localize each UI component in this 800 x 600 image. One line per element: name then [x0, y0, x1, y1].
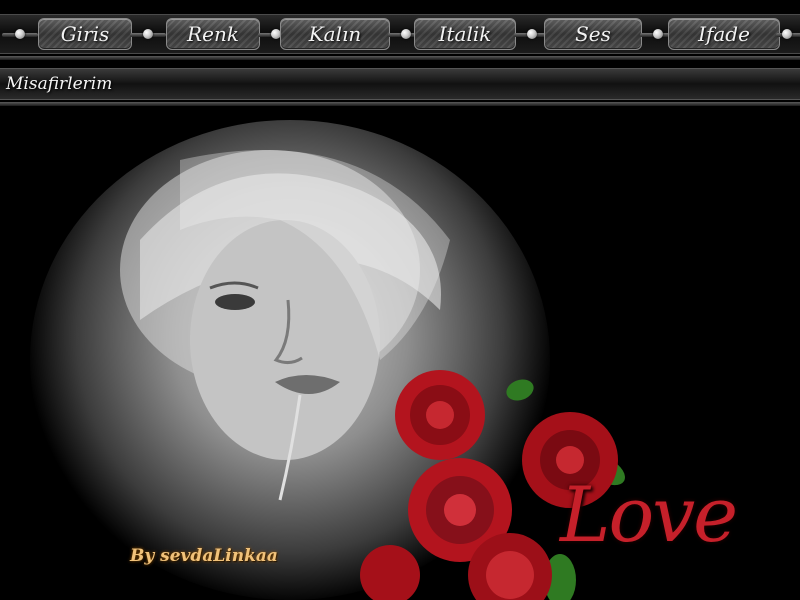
nav-button-renk[interactable]: Renk — [166, 18, 260, 50]
nav-button-kalin[interactable]: Kalın — [280, 18, 390, 50]
decorative-rail — [0, 102, 800, 106]
rivet-icon — [776, 29, 800, 41]
guests-bar: Misafirlerim — [0, 68, 800, 100]
nav-button-italik[interactable]: Italik — [414, 18, 516, 50]
nav-button-ses[interactable]: Ses — [544, 18, 642, 50]
guests-link[interactable]: Misafirlerim — [6, 74, 112, 94]
rivet-icon — [2, 29, 38, 41]
signature-text: By sevdaLinkaa — [130, 546, 278, 566]
love-text: Love — [560, 470, 738, 559]
nav-button-giris[interactable]: Giris — [38, 18, 132, 50]
rivet-icon — [130, 29, 166, 41]
decorative-rail — [0, 56, 800, 60]
top-nav-bar: Giris Renk Kalın Italik Ses Ifade — [0, 14, 800, 54]
nav-button-ifade[interactable]: Ifade — [668, 18, 780, 50]
